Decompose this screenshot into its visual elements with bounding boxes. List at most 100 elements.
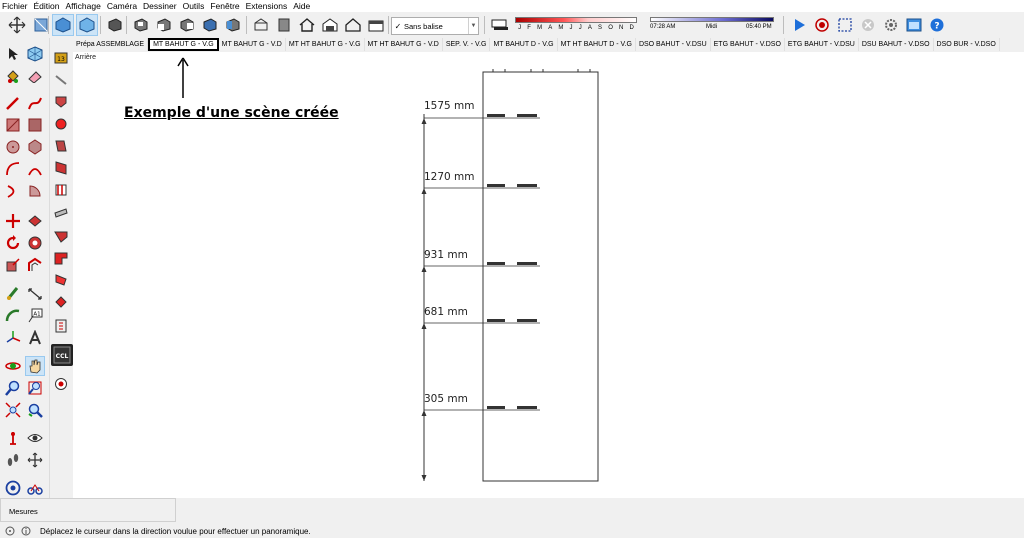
orbit-tool-icon[interactable] (3, 356, 23, 376)
dimension-icon[interactable] (25, 284, 45, 304)
scene-tab[interactable]: SEP. V. - V.G (443, 38, 491, 51)
zoom-window-icon[interactable] (25, 378, 45, 398)
extension-warehouse-icon[interactable] (3, 478, 23, 498)
measurements-box[interactable]: Mesures (0, 498, 176, 522)
three-point-arc-icon[interactable] (3, 181, 23, 201)
pie-icon[interactable] (25, 181, 45, 201)
scene-tab[interactable]: ETG BAHUT - V.DSU (785, 38, 859, 51)
scene-tab[interactable]: MT HT BAHUT D - V.G (558, 38, 636, 51)
record-icon[interactable] (811, 14, 833, 36)
window-icon[interactable] (903, 14, 925, 36)
previous-view-icon[interactable] (25, 400, 45, 420)
eraser-icon[interactable] (25, 67, 45, 87)
look-around-icon[interactable] (25, 428, 45, 448)
top-view-icon[interactable] (130, 14, 152, 36)
push-pull-icon[interactable] (25, 211, 45, 231)
shaded-style-icon[interactable] (52, 14, 74, 36)
iso-view-icon[interactable] (104, 14, 126, 36)
front-view-icon[interactable] (153, 14, 175, 36)
scene-tab[interactable]: Prépa ASSEMBLAGE (73, 38, 149, 51)
make-component-icon[interactable] (25, 44, 45, 64)
arc-icon[interactable] (3, 159, 23, 179)
play-icon[interactable] (788, 14, 810, 36)
ext-tool-8-icon[interactable] (51, 204, 71, 224)
rotated-rectangle-icon[interactable] (25, 115, 45, 135)
menu-extensions[interactable]: Extensions (246, 0, 288, 12)
ext-tool-14-icon[interactable] (51, 374, 71, 394)
ext-tool-11-icon[interactable] (51, 270, 71, 290)
offset-icon[interactable] (25, 255, 45, 275)
info-icon[interactable] (20, 525, 32, 537)
menu-fichier[interactable]: Fichier (2, 0, 28, 12)
ext-tool-9-icon[interactable] (51, 226, 71, 246)
axes-icon[interactable] (3, 328, 23, 348)
scene-tab-active[interactable]: MT BAHUT G - V.G (148, 38, 219, 51)
zoom-icon[interactable] (3, 378, 23, 398)
section-plane-icon[interactable] (25, 450, 45, 470)
freehand-icon[interactable] (25, 93, 45, 113)
move-icon[interactable] (3, 211, 23, 231)
ext-tool-12-icon[interactable] (51, 292, 71, 312)
menu-outils[interactable]: Outils (183, 0, 205, 12)
textured-style-icon[interactable] (76, 14, 98, 36)
scene-tab[interactable]: MT HT BAHUT G - V.D (365, 38, 443, 51)
rotate-icon[interactable] (3, 233, 23, 253)
garage-icon[interactable] (365, 14, 387, 36)
scale-icon[interactable] (3, 255, 23, 275)
ccl-icon[interactable]: CCL (51, 344, 73, 366)
home-icon[interactable] (296, 14, 318, 36)
menu-fenetre[interactable]: Fenêtre (210, 0, 239, 12)
position-camera-icon[interactable] (3, 428, 23, 448)
polygon-icon[interactable] (25, 137, 45, 157)
scene-tab[interactable]: DSO BAHUT - V.DSU (636, 38, 711, 51)
walk-footprints-icon[interactable] (3, 450, 23, 470)
tape-measure-icon[interactable] (3, 284, 23, 304)
ext-tool-3-icon[interactable] (51, 92, 71, 112)
shadows-toggle-icon[interactable] (488, 14, 512, 36)
menu-affichage[interactable]: Affichage (66, 0, 101, 12)
settings-gear-icon[interactable] (880, 14, 902, 36)
follow-me-icon[interactable] (25, 233, 45, 253)
ext-tool-7-icon[interactable] (51, 180, 71, 200)
pan-hand-icon[interactable] (25, 356, 45, 376)
help-icon[interactable]: ? (926, 14, 948, 36)
menu-camera[interactable]: Caméra (107, 0, 137, 12)
text-tool-icon[interactable]: A1 (25, 306, 45, 326)
ext-tool-10-icon[interactable] (51, 248, 71, 268)
menu-dessiner[interactable]: Dessiner (143, 0, 177, 12)
ext-tool-6-icon[interactable] (51, 158, 71, 178)
select-arrow-icon[interactable] (3, 44, 23, 64)
ext-tool-5-icon[interactable] (51, 136, 71, 156)
back-view-icon[interactable] (199, 14, 221, 36)
protractor-icon[interactable] (3, 306, 23, 326)
3d-text-icon[interactable] (25, 328, 45, 348)
xray-icon[interactable] (250, 14, 272, 36)
line-pencil-icon[interactable] (3, 93, 23, 113)
rectangle-icon[interactable] (3, 115, 23, 135)
geolocation-icon[interactable] (4, 525, 16, 537)
scene-tab[interactable]: DSO BUR - V.DSO (934, 38, 1000, 51)
ext-tool-1-icon[interactable]: 13 (51, 48, 71, 68)
scene-tab[interactable]: MT BAHUT G - V.D (219, 38, 286, 51)
ext-tool-4-icon[interactable] (51, 114, 71, 134)
chevron-down-icon[interactable]: ▼ (468, 18, 478, 34)
tag-select[interactable]: ✓ Sans balise ▼ (391, 17, 479, 35)
ext-tool-13-icon[interactable] (51, 316, 71, 336)
shadow-month-slider[interactable]: J F M A M J J A S O N D (515, 12, 641, 38)
orbit-icon[interactable] (6, 14, 28, 36)
zoom-extents-tool-icon[interactable] (3, 400, 23, 420)
scene-tab[interactable]: ETG BAHUT - V.DSO (711, 38, 785, 51)
month-gradient[interactable] (515, 17, 637, 23)
menu-aide[interactable]: Aide (293, 0, 310, 12)
two-point-arc-icon[interactable] (25, 159, 45, 179)
shadow-time-slider[interactable]: 07:28 AM Midi 05:40 PM (650, 12, 776, 38)
select-region-icon[interactable] (834, 14, 856, 36)
stop-icon[interactable] (857, 14, 879, 36)
left-view-icon[interactable] (222, 14, 244, 36)
scene-tab[interactable]: DSU BAHUT - V.DSO (859, 38, 934, 51)
warehouse-icon[interactable] (319, 14, 341, 36)
scene-tab[interactable]: MT HT BAHUT G - V.G (286, 38, 365, 51)
ext-tool-2-icon[interactable] (51, 70, 71, 90)
bike-extension-icon[interactable] (25, 478, 45, 498)
menu-edition[interactable]: Édition (34, 0, 60, 12)
